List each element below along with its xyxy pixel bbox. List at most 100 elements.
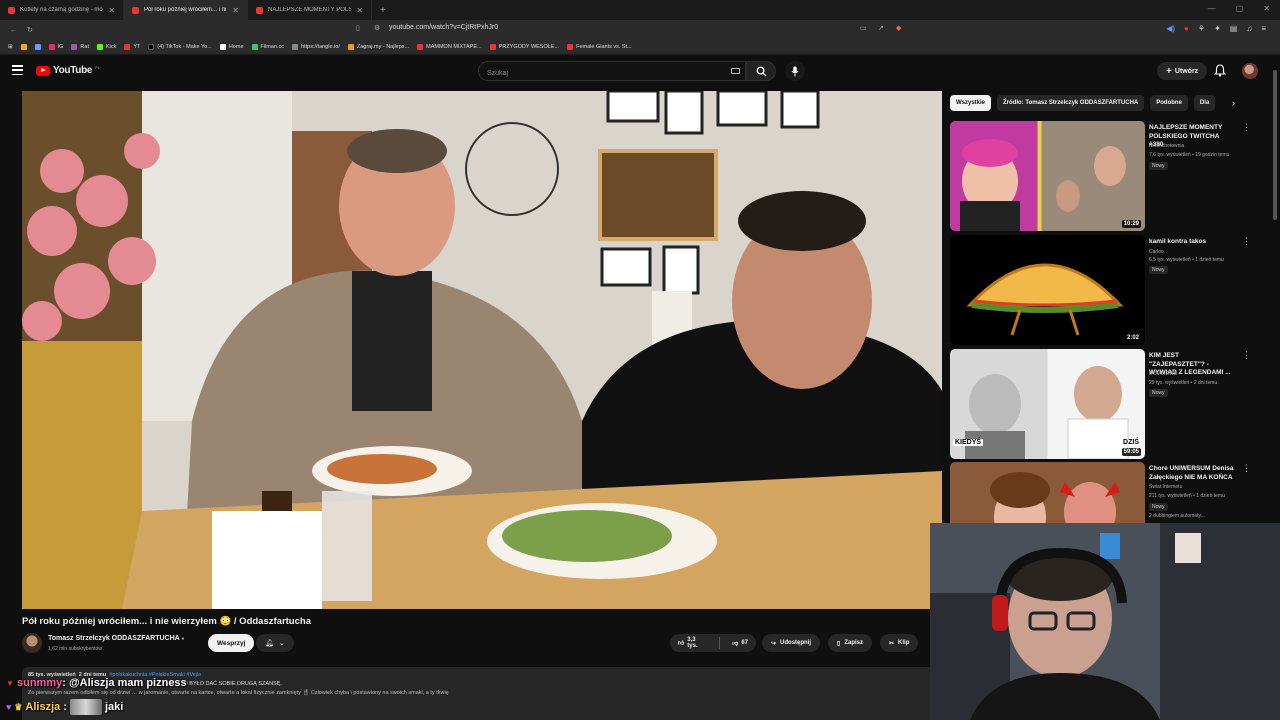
share-page-icon[interactable]: ↗ [878,24,884,32]
youtube-logo[interactable]: YouTube PL [36,65,100,76]
screen-icon[interactable]: ▭ [860,24,867,32]
close-tab-icon[interactable]: ✕ [232,6,239,15]
audio-icon[interactable]: ◀) [1166,24,1175,33]
close-tab-icon[interactable]: ✕ [108,6,115,15]
site-info-icon[interactable]: ⚙ [374,24,380,32]
recommendation-channel[interactable]: Carloo [1149,249,1239,255]
channel-name[interactable]: Tomasz Strzelczyk ODDASZFARTUCHA ● [48,635,184,642]
create-button[interactable]: + Utwórz [1157,62,1208,80]
bookmark-icon[interactable]: ▯ [356,24,360,32]
bookmark-item[interactable]: (4) TikTok - Make Yo... [148,44,212,50]
more-options-icon[interactable]: ⋮ [1242,464,1251,473]
dislike-button[interactable]: 👎︎ 67 [724,634,756,652]
search-button[interactable] [746,61,776,81]
dislike-count: 67 [741,640,748,646]
browser-tab-2[interactable]: Pół roku później wróciłem... i ni ✕ [124,0,248,20]
new-badge: Nowy [1149,266,1168,274]
browser-tab-1[interactable]: Kotlety na czarną godzinę - mogą st ✕ [0,0,124,20]
video-title: Pół roku później wróciłem... i nie wierz… [22,616,311,627]
bookmark-item[interactable] [34,44,41,50]
bookmark-item[interactable]: Female Giants vs. St... [567,44,632,50]
close-tab-icon[interactable]: ✕ [356,6,363,15]
chip-source[interactable]: Źródło: Tomasz Strzelczyk ODDASZFARTUCHA [997,95,1145,111]
account-avatar[interactable] [1242,63,1258,79]
recommendation-card[interactable]: 2:02 kamil kontra takos Carloo 6,5 tys. … [950,235,1251,347]
chat-text: jaki [104,701,124,713]
apps-icon[interactable]: ⊞ [8,44,13,50]
recommendation-meta: 29 tys. wyświetleń • 2 dni temu [1149,380,1218,386]
video-thumbnail[interactable]: 10:29 [950,121,1145,231]
like-button[interactable]: 👍︎ 3,3 tys. [670,634,715,652]
bookmark-save-icon: ▯ [837,640,841,647]
chevron-right-icon[interactable]: › [1232,98,1235,108]
recommendation-meta: 7,6 tys. wyświetleń • 19 godzin temu [1149,152,1230,158]
bookmark-item[interactable]: https://tangle.io/ [292,44,340,50]
clip-button[interactable]: ✂ Klip [880,634,919,652]
channel-avatar[interactable] [22,633,42,653]
recommendation-card[interactable]: KIEDYŚ DZIŚ 59:05 KIM JEST "ZAJEPASZTET"… [950,349,1251,461]
bookmark-item[interactable]: Home [219,44,244,50]
url-field[interactable]: youtube.com/watch?v=CjtRtPxhJr0 [389,24,498,31]
keyboard-icon[interactable] [731,68,740,74]
more-options-icon[interactable]: ⋮ [1242,237,1251,246]
description-box[interactable]: 85 tys. wyświetleń 2 dni temu #polskakuc… [22,667,942,720]
related-filter-chips: Wszystkie Źródło: Tomasz Strzelczyk ODDA… [950,95,1216,111]
bookmark-item[interactable]: Rat [71,44,89,50]
youtube-favicon-icon [256,6,263,14]
recommendation-title[interactable]: kamil kontra takos [1149,238,1234,247]
menu-dots-icon[interactable]: ≡ [1261,24,1266,33]
duration-badge: 10:29 [1121,220,1141,228]
share-button[interactable]: ↪ Udostępnij [762,634,821,652]
microphone-icon [791,66,799,76]
extension-icon[interactable]: ⚘ [1198,24,1205,33]
video-thumbnail[interactable]: 2:02 [950,235,1145,345]
bookmark-item[interactable]: Kick [96,44,116,50]
recommendation-title[interactable]: Chore UNIWERSUM Denisa Załęckiego NIE MA… [1149,465,1234,482]
minimize-icon[interactable]: — [1208,4,1216,13]
subscription-notifications-button[interactable]: 🔔︎ ⌄ [256,634,294,652]
save-button[interactable]: ▯ Zapisz [828,634,872,652]
recommendation-channel[interactable]: Świat Internetu [1149,484,1239,490]
thumbnail-caption: KIEDYŚ [953,439,984,446]
close-window-icon[interactable]: ✕ [1263,4,1270,13]
more-options-icon[interactable]: ⋮ [1242,123,1251,132]
voice-search-button[interactable] [785,61,805,81]
bookmark-item[interactable]: Zagraj.my - Najleps... [347,44,409,50]
recommendation-card[interactable]: 10:29 NAJLEPSZE MOMENTY POLSKIEGO TWITCH… [950,121,1251,233]
brave-shield-icon[interactable]: ◆ [896,24,901,32]
recommendation-meta: 6,5 tys. wyświetleń • 1 dzień temu [1149,257,1224,263]
bookmark-item[interactable]: PRZYGODY WESOŁE... [489,44,559,50]
youtube-play-icon [36,65,50,76]
chip-similar[interactable]: Podobne [1150,95,1188,111]
record-icon[interactable]: ● [1184,24,1189,33]
chip-for-you[interactable]: Dla [1193,95,1216,111]
recommendation-channel[interactable]: DOMINEWS [1149,371,1239,377]
video-player[interactable] [22,91,942,609]
recommendation-channel[interactable]: twitchshotownia [1149,143,1239,149]
scissors-icon: ✂ [889,640,895,647]
back-icon[interactable]: ← [10,27,17,34]
more-options-icon[interactable]: ⋮ [1242,351,1251,360]
video-thumbnail[interactable]: KIEDYŚ DZIŚ 59:05 [950,349,1145,459]
bookmark-item[interactable]: YT [124,44,140,50]
bookmark-item[interactable]: IG [48,44,63,50]
support-button[interactable]: Wesprzyj [208,634,255,652]
description-text: Zo pierwszym razem odbiłem się od drzwi … [28,690,449,696]
bookmark-item[interactable]: Filman.cc [251,44,284,50]
notifications-bell-icon[interactable] [1213,64,1227,82]
chip-all[interactable]: Wszystkie [950,95,992,111]
puzzle-icon[interactable]: ✦ [1214,24,1221,33]
sidebar-icon[interactable]: ▤ [1230,24,1238,33]
streamer-webcam [930,523,1280,720]
search-input[interactable] [479,64,719,83]
bookmark-item[interactable] [20,44,27,50]
scrollbar-thumb[interactable] [1273,70,1277,220]
reload-icon[interactable]: ↻ [27,26,33,34]
new-tab-icon[interactable]: + [372,5,394,16]
maximize-icon[interactable]: ▢ [1236,4,1244,13]
hamburger-menu-icon[interactable] [12,65,23,75]
browser-tab-3[interactable]: NAJLEPSZE MOMENTY POLSKIEGO T ✕ [248,0,372,20]
search-box [478,61,746,83]
music-icon[interactable]: ♫ [1246,24,1252,33]
bookmark-item[interactable]: MAMMON MIXTAPE... [417,44,482,50]
